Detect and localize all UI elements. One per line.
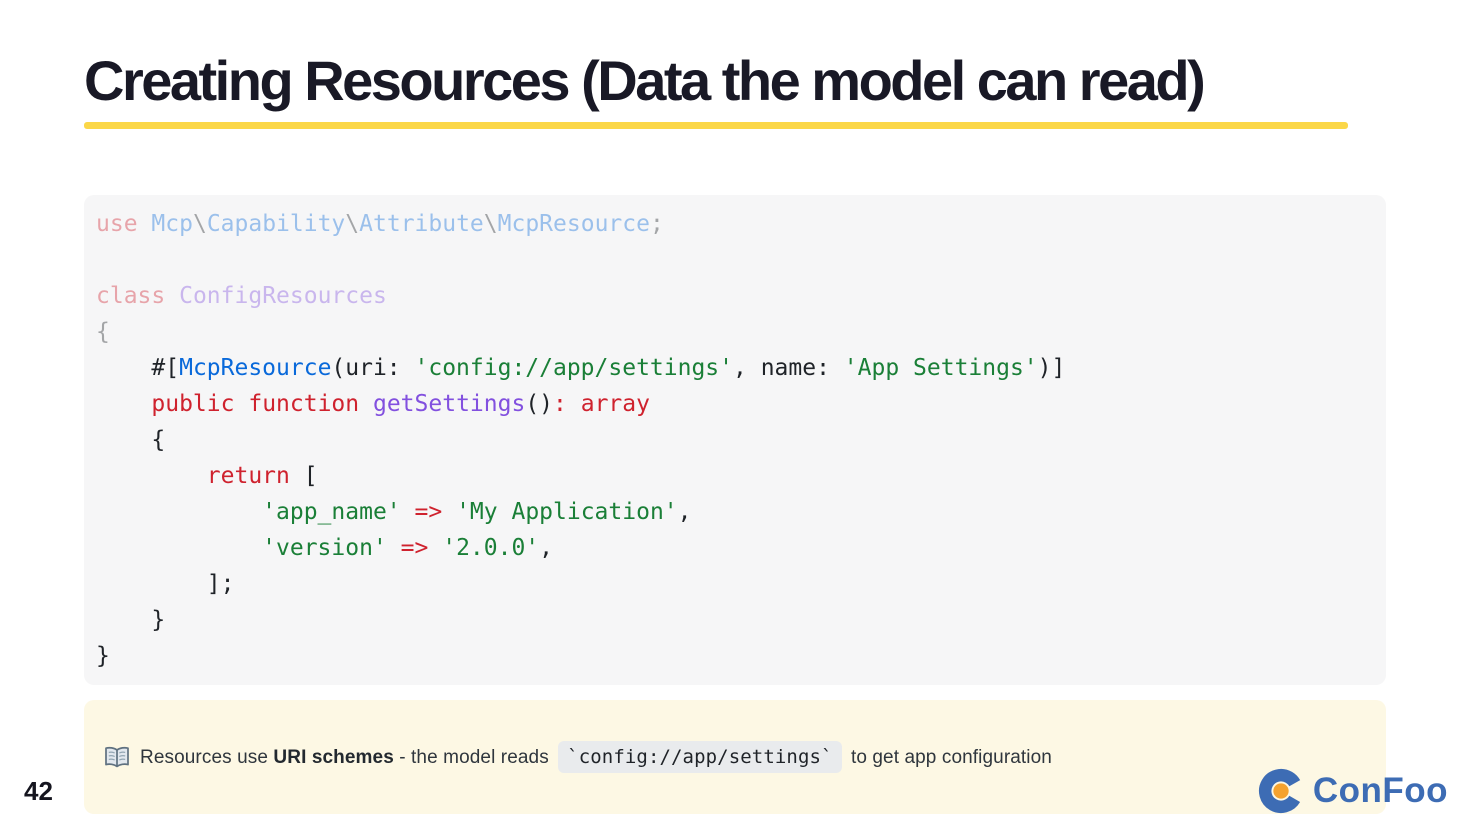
code-line: 'app_name' => 'My Application', xyxy=(262,499,692,525)
code-line: } xyxy=(96,607,166,633)
confoo-logo-mark-icon xyxy=(1258,767,1304,815)
note-segment-regular: Resources use xyxy=(140,746,274,768)
note-segment-regular: to get app configuration xyxy=(845,746,1052,768)
note-segment-regular: - the model reads xyxy=(393,746,555,768)
code-line: return [ xyxy=(206,463,318,489)
note-text: Resources use URI schemes - the model re… xyxy=(140,740,1052,773)
note-segment-code: `config://app/settings` xyxy=(558,740,842,773)
code-line: public function getSettings(): array xyxy=(151,391,650,417)
code-content: use Mcp\Capability\Attribute\McpResource… xyxy=(84,195,1386,674)
code-line: #[McpResource(uri: 'config://app/setting… xyxy=(96,355,1066,381)
page-title: Creating Resources (Data the model can r… xyxy=(84,49,1206,112)
note-segment-bold: URI schemes xyxy=(273,746,394,768)
code-line: } xyxy=(96,643,110,669)
confoo-logo: ConFoo xyxy=(1258,767,1448,815)
title-underline-accent xyxy=(84,122,1348,129)
code-line: use Mcp\Capability\Attribute\McpResource… xyxy=(96,211,664,237)
open-book-icon xyxy=(104,746,130,769)
code-line: class ConfigResources xyxy=(96,283,387,309)
code-line: ]; xyxy=(96,571,235,597)
slide-canvas: Creating Resources (Data the model can r… xyxy=(0,0,1470,828)
code-block: use Mcp\Capability\Attribute\McpResource… xyxy=(84,195,1386,685)
code-line: { xyxy=(96,319,110,345)
note-callout: Resources use URI schemes - the model re… xyxy=(84,700,1386,814)
code-line: 'version' => '2.0.0', xyxy=(262,535,554,561)
code-line: { xyxy=(96,427,166,453)
confoo-logo-text: ConFoo xyxy=(1312,771,1448,810)
page-number: 42 xyxy=(24,776,53,806)
